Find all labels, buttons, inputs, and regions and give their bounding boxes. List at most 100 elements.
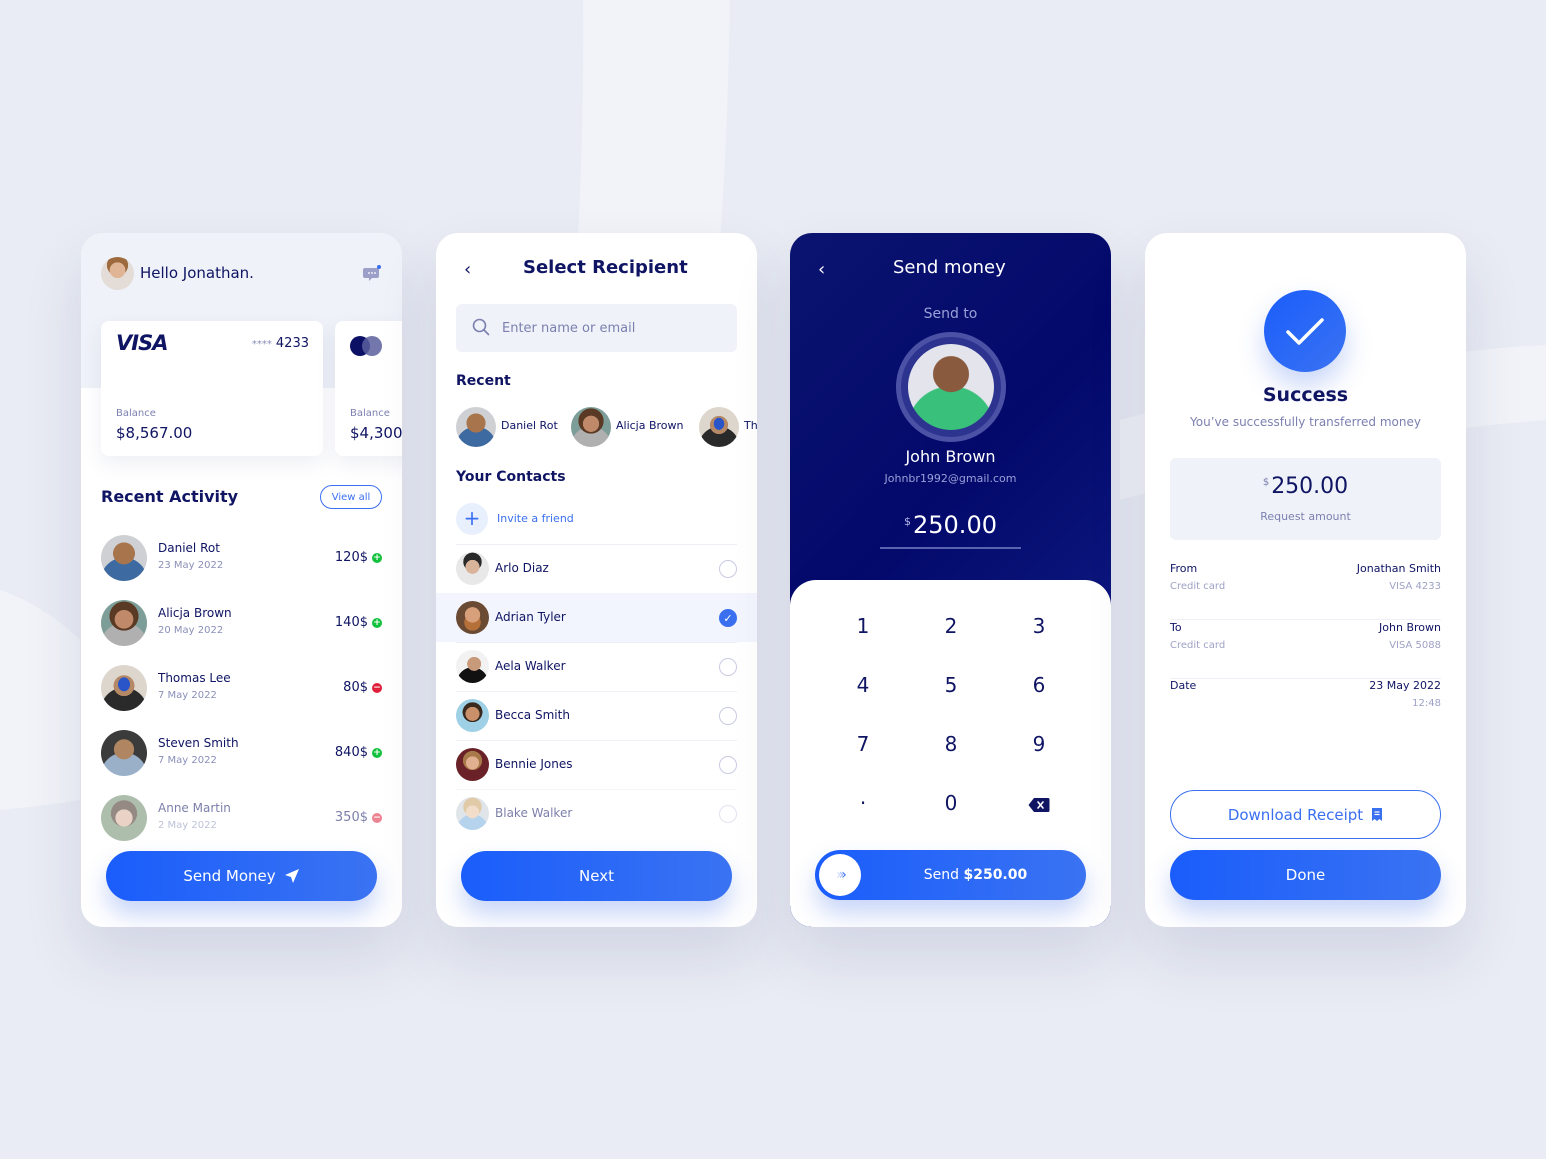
slide-to-send-button[interactable]: ››› Send $250.00 — [815, 850, 1086, 900]
key-decimal[interactable]: · — [833, 783, 893, 823]
contact-row[interactable]: Bennie Jones — [436, 740, 757, 789]
back-chevron-icon[interactable]: ‹ — [464, 259, 471, 280]
activity-amount: 840$ — [334, 745, 368, 760]
contact-row[interactable]: Arlo Diaz — [436, 544, 757, 593]
key-5[interactable]: 5 — [921, 665, 981, 705]
avatar — [101, 730, 147, 776]
detail-sublabel: Credit card — [1170, 581, 1226, 592]
mastercard-card[interactable]: Balance $4,300 — [335, 321, 402, 456]
activity-row[interactable]: Steven Smith 7 May 2022 840$ + — [101, 730, 382, 776]
activity-row[interactable]: Alicja Brown 20 May 2022 140$ + — [101, 600, 382, 646]
download-receipt-label: Download Receipt — [1227, 805, 1364, 824]
activity-row[interactable]: Anne Martin 2 May 2022 350$ − — [101, 795, 382, 841]
recent-name: Alicja Brown — [616, 419, 684, 432]
contact-name: Aela Walker — [495, 659, 566, 673]
success-check-icon — [1264, 290, 1346, 372]
next-button[interactable]: Next — [461, 851, 732, 901]
radio-unchecked[interactable] — [719, 560, 737, 578]
recent-name: Daniel Rot — [501, 419, 558, 432]
done-label: Done — [1285, 866, 1326, 884]
avatar — [456, 748, 489, 781]
backspace-key[interactable] — [1009, 783, 1069, 823]
balance-value: $4,300 — [350, 424, 402, 442]
detail-label: Date — [1170, 679, 1197, 692]
card-number: **** 4233 — [251, 336, 309, 351]
receipt-icon — [1372, 808, 1383, 821]
key-2[interactable]: 2 — [921, 606, 981, 646]
send-to-label: Send to — [923, 306, 978, 322]
search-input[interactable] — [502, 304, 722, 352]
key-7[interactable]: 7 — [833, 724, 893, 764]
divider — [456, 642, 737, 643]
contact-name: Bennie Jones — [495, 757, 573, 771]
avatar — [456, 552, 489, 585]
key-3[interactable]: 3 — [1009, 606, 1069, 646]
recent-title: Recent — [456, 373, 511, 389]
balance-value: $8,567.00 — [116, 424, 193, 442]
detail-sublabel: Credit card — [1170, 640, 1226, 651]
activity-row[interactable]: Daniel Rot 23 May 2022 120$ + — [101, 535, 382, 581]
balance-label: Balance — [116, 408, 156, 419]
key-9[interactable]: 9 — [1009, 724, 1069, 764]
contact-row[interactable]: Adrian Tyler ✓ — [436, 593, 757, 642]
plus-icon: + — [372, 618, 382, 628]
avatar — [456, 601, 489, 634]
next-label: Next — [579, 867, 614, 885]
send-money-button[interactable]: Send Money — [106, 851, 377, 901]
radio-checked-icon[interactable]: ✓ — [719, 609, 737, 627]
avatar — [456, 650, 489, 683]
avatar — [101, 535, 147, 581]
avatar — [101, 795, 147, 841]
contact-row[interactable]: Blake Walker — [436, 789, 757, 838]
plus-icon: + — [372, 553, 382, 563]
backspace-icon — [1028, 797, 1050, 812]
detail-subvalue: 12:48 — [1412, 698, 1441, 709]
contact-row[interactable]: Becca Smith — [436, 691, 757, 740]
currency-symbol: $ — [904, 515, 911, 528]
add-icon[interactable]: + — [456, 503, 488, 535]
key-4[interactable]: 4 — [833, 665, 893, 705]
detail-value: Jonathan Smith — [1356, 562, 1441, 575]
contact-name: Adrian Tyler — [495, 610, 566, 624]
visa-card[interactable]: VISA **** 4233 Balance $8,567.00 — [101, 321, 323, 456]
key-1[interactable]: 1 — [833, 606, 893, 646]
recipient-avatar-ring — [896, 332, 1006, 442]
avatar — [456, 407, 496, 447]
activity-date: 20 May 2022 — [158, 625, 224, 636]
radio-unchecked[interactable] — [719, 658, 737, 676]
activity-row[interactable]: Thomas Lee 7 May 2022 80$ − — [101, 665, 382, 711]
visa-logo: VISA — [116, 331, 168, 355]
user-avatar[interactable] — [101, 257, 134, 290]
radio-unchecked[interactable] — [719, 707, 737, 725]
key-8[interactable]: 8 — [921, 724, 981, 764]
success-screen: Success You’ve successfully transferred … — [1145, 233, 1466, 927]
chat-icon[interactable] — [363, 265, 381, 281]
activity-date: 7 May 2022 — [158, 755, 217, 766]
key-6[interactable]: 6 — [1009, 665, 1069, 705]
radio-unchecked[interactable] — [719, 756, 737, 774]
search-field[interactable] — [456, 304, 737, 352]
avatar — [699, 407, 739, 447]
done-button[interactable]: Done — [1170, 850, 1441, 900]
balance-label: Balance — [350, 408, 390, 419]
radio-unchecked[interactable] — [719, 805, 737, 823]
amount-underline — [880, 547, 1021, 549]
activity-name: Alicja Brown — [158, 606, 232, 620]
divider — [456, 544, 737, 545]
contact-row[interactable]: Aela Walker — [436, 642, 757, 691]
detail-subvalue: VISA 5088 — [1389, 640, 1441, 651]
detail-label: From — [1170, 562, 1198, 575]
contacts-title: Your Contacts — [456, 469, 566, 485]
recipient-email: Johnbr1992@gmail.com — [884, 472, 1017, 485]
activity-date: 2 May 2022 — [158, 820, 217, 831]
back-chevron-icon[interactable]: ‹ — [818, 259, 825, 280]
activity-name: Thomas Lee — [158, 671, 231, 685]
key-0[interactable]: 0 — [921, 783, 981, 823]
activity-amount: 80$ — [343, 680, 368, 695]
slide-handle-arrows-icon[interactable]: ››› — [819, 854, 861, 896]
invite-friend-link[interactable]: Invite a friend — [497, 512, 574, 525]
view-all-button[interactable]: View all — [320, 485, 382, 509]
avatar — [101, 600, 147, 646]
download-receipt-button[interactable]: Download Receipt — [1170, 790, 1441, 839]
amount-display[interactable]: $250.00 — [790, 511, 1111, 539]
